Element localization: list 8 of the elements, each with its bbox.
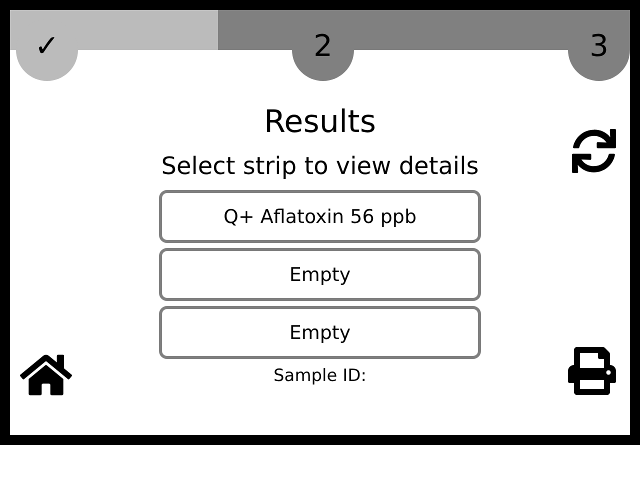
strip-button[interactable]: Empty: [159, 306, 481, 359]
sample-id-label: Sample ID:: [274, 366, 366, 386]
strip-button[interactable]: Q+ Aflatoxin 56 ppb: [159, 190, 481, 243]
print-icon[interactable]: [568, 347, 616, 395]
strip-button[interactable]: Empty: [159, 248, 481, 301]
screen-title: Results: [264, 103, 376, 142]
instruction-text: Select strip to view details: [161, 151, 479, 182]
refresh-icon[interactable]: [572, 129, 616, 173]
